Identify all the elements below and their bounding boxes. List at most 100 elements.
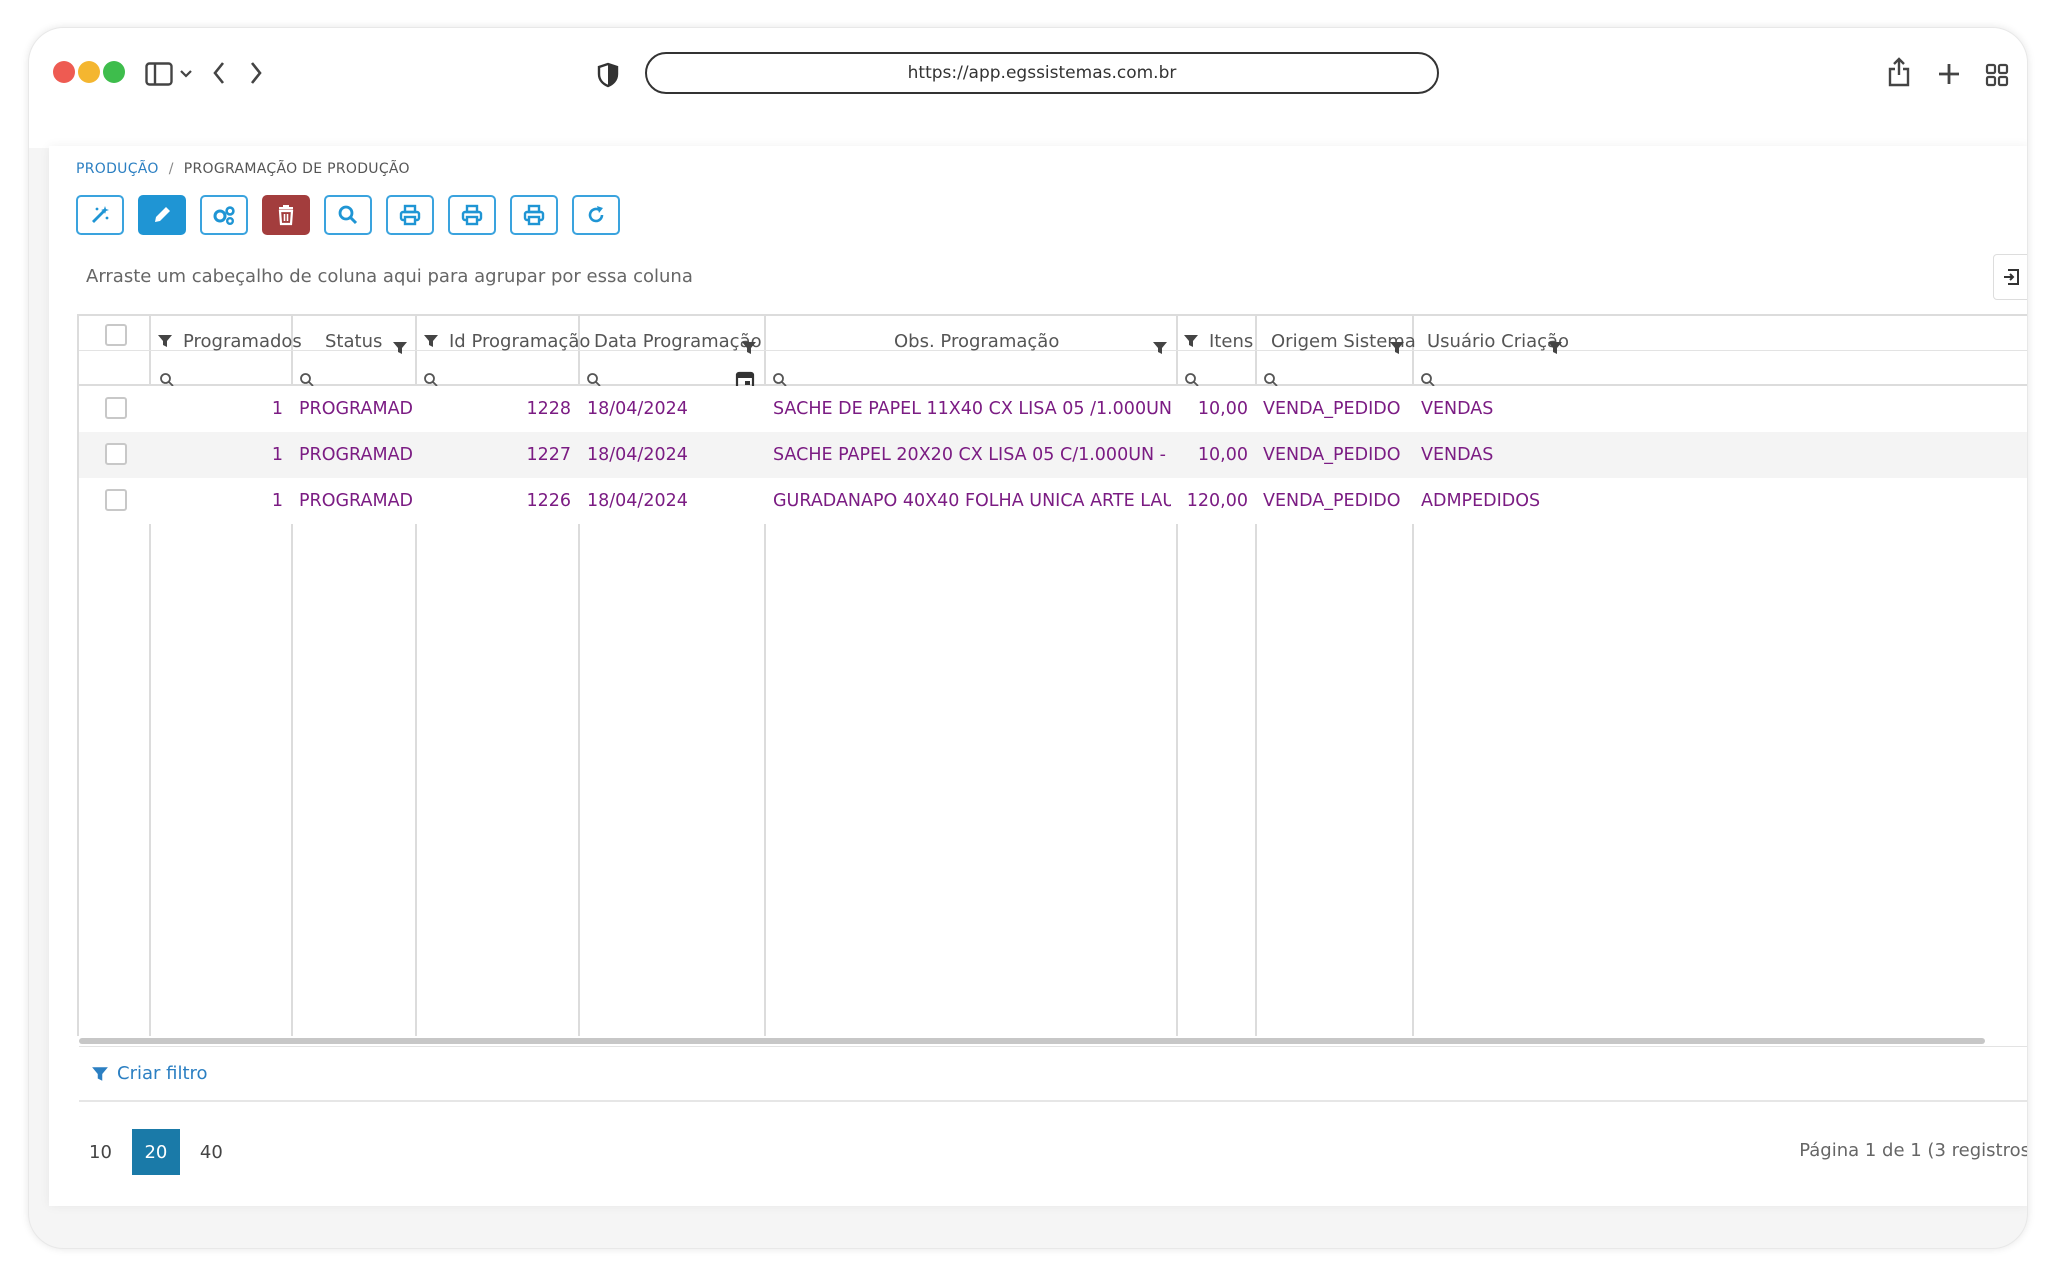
cell-itens: 10,00 — [1197, 399, 1248, 419]
data-grid: Programados Status Id Programação Data P… — [77, 314, 2027, 1036]
cell-data: 18/04/2024 — [587, 491, 688, 511]
col-label-id: Id Programação — [449, 330, 591, 352]
filter-icon[interactable] — [1389, 333, 1405, 363]
breadcrumb: PRODUÇÃO / PROGRAMAÇÃO DE PRODUÇÃO — [76, 161, 410, 177]
page-size-20[interactable]: 20 — [131, 1129, 180, 1175]
col-label-status: Status — [325, 330, 383, 352]
cell-origem: VENDA_PEDIDO — [1263, 399, 1401, 419]
cell-data: 18/04/2024 — [587, 399, 688, 419]
col-header-data[interactable]: Data Programação — [594, 326, 762, 356]
printer-icon — [399, 204, 421, 226]
printer-icon — [461, 204, 483, 226]
app-page: PRODUÇÃO / PROGRAMAÇÃO DE PRODUÇÃO Arras… — [49, 146, 2028, 1206]
table-row[interactable]: 1 PROGRAMADO 1228 18/04/2024 SACHE DE PA… — [79, 386, 2027, 432]
url-text: https://app.egssistemas.com.br — [907, 63, 1177, 83]
printer-icon — [523, 204, 545, 226]
filter-icon[interactable] — [1547, 333, 1563, 363]
col-label-obs: Obs. Programação — [894, 330, 1060, 352]
filter-icon[interactable] — [392, 333, 408, 363]
cell-id: 1227 — [526, 445, 571, 465]
forward-icon[interactable] — [249, 61, 263, 85]
row-checkbox[interactable] — [105, 489, 127, 511]
breadcrumb-current: PROGRAMAÇÃO DE PRODUÇÃO — [183, 161, 410, 177]
cell-data: 18/04/2024 — [587, 445, 688, 465]
cell-programados: 1 — [271, 491, 283, 511]
pencil-icon — [155, 207, 170, 222]
col-label-itens: Itens — [1209, 330, 1254, 352]
print-button-1[interactable] — [386, 195, 434, 235]
gears-icon — [213, 206, 235, 225]
filter-icon[interactable] — [1183, 333, 1199, 349]
close-window-button[interactable] — [53, 61, 75, 83]
magic-wand-icon — [92, 206, 109, 223]
chevron-down-icon[interactable] — [179, 69, 193, 79]
address-bar[interactable]: https://app.egssistemas.com.br — [645, 52, 1439, 94]
page-size-10[interactable]: 10 — [87, 1142, 114, 1163]
search-icon — [338, 205, 358, 225]
breadcrumb-link-producao[interactable]: PRODUÇÃO — [76, 161, 159, 177]
column-chooser-button[interactable] — [1993, 254, 2027, 300]
cell-status: PROGRAMADO — [299, 445, 413, 465]
cell-programados: 1 — [271, 399, 283, 419]
table-row[interactable]: 1 PROGRAMADO 1227 18/04/2024 SACHE PAPEL… — [79, 432, 2027, 478]
col-header-programados[interactable]: Programados — [157, 326, 302, 356]
cell-id: 1226 — [526, 491, 571, 511]
back-icon[interactable] — [212, 61, 226, 85]
cell-usuario: VENDAS — [1421, 399, 1494, 419]
breadcrumb-separator: / — [168, 161, 174, 177]
share-icon[interactable] — [1887, 56, 1911, 88]
filter-icon[interactable] — [1152, 333, 1168, 363]
cell-status: PROGRAMADO — [299, 491, 413, 511]
refresh-icon — [588, 206, 604, 223]
cell-usuario: ADMPEDIDOS — [1421, 491, 1541, 511]
col-header-status[interactable]: Status — [325, 326, 382, 356]
row-checkbox[interactable] — [105, 443, 127, 465]
cell-origem: VENDA_PEDIDO — [1263, 445, 1401, 465]
cell-obs: SACHE PAPEL 20X20 CX LISA 05 C/1.000UN -… — [773, 445, 1171, 465]
new-tab-icon[interactable] — [1937, 62, 1961, 86]
settings-button[interactable] — [200, 195, 248, 235]
sidebar-toggle-icon[interactable] — [145, 62, 175, 86]
page-size-40[interactable]: 40 — [198, 1142, 225, 1163]
cell-obs: GURADANAPO 40X40 FOLHA UNICA ARTE LAURO'… — [773, 491, 1171, 511]
filter-icon[interactable] — [741, 333, 757, 363]
row-checkbox[interactable] — [105, 397, 127, 419]
col-header-id[interactable]: Id Programação — [423, 326, 590, 356]
col-label-data: Data Programação — [594, 330, 762, 352]
table-row[interactable]: 1 PROGRAMADO 1226 18/04/2024 GURADANAPO … — [79, 478, 2027, 524]
print-button-2[interactable] — [448, 195, 496, 235]
col-header-obs[interactable]: Obs. Programação — [894, 326, 1059, 356]
print-button-3[interactable] — [510, 195, 558, 235]
cell-itens: 120,00 — [1186, 491, 1248, 511]
horizontal-scrollbar[interactable] — [79, 1038, 1985, 1044]
search-button[interactable] — [324, 195, 372, 235]
col-header-itens[interactable]: Itens — [1183, 326, 1253, 356]
magic-wand-button[interactable] — [76, 195, 124, 235]
col-label-programados: Programados — [183, 330, 302, 352]
refresh-button[interactable] — [572, 195, 620, 235]
browser-toolbar: https://app.egssistemas.com.br — [29, 28, 2027, 148]
action-toolbar — [76, 195, 620, 235]
select-all-checkbox[interactable] — [105, 324, 127, 346]
shield-icon[interactable] — [597, 62, 619, 88]
trash-icon — [278, 205, 294, 226]
cell-status: PROGRAMADO — [299, 399, 413, 419]
edit-button[interactable] — [138, 195, 186, 235]
create-filter-bar[interactable]: Criar filtro — [79, 1046, 2027, 1102]
cell-itens: 10,00 — [1197, 445, 1248, 465]
create-filter-label: Criar filtro — [117, 1063, 208, 1084]
delete-button[interactable] — [262, 195, 310, 235]
cell-origem: VENDA_PEDIDO — [1263, 491, 1401, 511]
cell-obs: SACHE DE PAPEL 11X40 CX LISA 05 /1.000UN… — [773, 399, 1171, 419]
tab-overview-icon[interactable] — [1985, 63, 2009, 87]
maximize-window-button[interactable] — [103, 61, 125, 83]
filter-icon[interactable] — [157, 333, 173, 349]
filter-icon[interactable] — [423, 333, 439, 349]
page-size-selector: 10 20 40 — [87, 1129, 225, 1175]
group-panel-hint: Arraste um cabeçalho de coluna aqui para… — [86, 266, 693, 287]
cell-programados: 1 — [271, 445, 283, 465]
minimize-window-button[interactable] — [78, 61, 100, 83]
browser-window: https://app.egssistemas.com.br PRODUÇÃO /… — [28, 27, 2028, 1249]
cell-usuario: VENDAS — [1421, 445, 1494, 465]
page-info: Página 1 de 1 (3 registros) — [1799, 1140, 2028, 1161]
